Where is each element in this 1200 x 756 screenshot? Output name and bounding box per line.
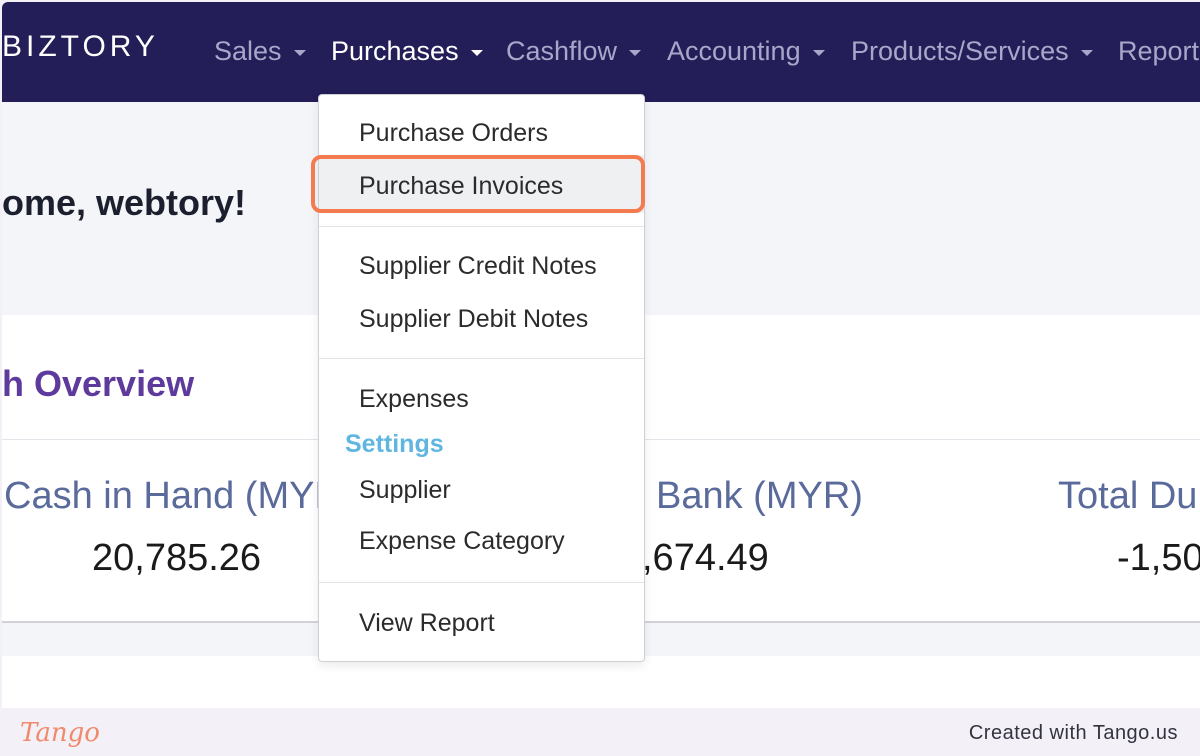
tango-logo: Tango (20, 718, 100, 748)
stat-cash-in-hand-value: 20,785.26 (92, 537, 262, 579)
brand-logo[interactable]: BIZTORY (2, 30, 159, 64)
chevron-down-icon (470, 49, 483, 56)
nav-sales-label: Sales (214, 36, 282, 66)
chevron-down-icon (293, 49, 306, 56)
menu-item-supplier-debit-notes[interactable]: Supplier Debit Notes (359, 305, 588, 334)
nav-products-services[interactable]: Products/Services (851, 36, 1093, 67)
nav-accounting-label: Accounting (667, 36, 801, 66)
menu-item-expense-category[interactable]: Expense Category (359, 527, 565, 556)
nav-products-services-label: Products/Services (851, 36, 1069, 66)
stat-bank-value: ,674.49 (642, 537, 769, 579)
chevron-down-icon (812, 49, 825, 56)
menu-item-expenses[interactable]: Expenses (359, 385, 469, 414)
welcome-heading: ome, webtory! (2, 182, 247, 223)
menu-item-view-report[interactable]: View Report (359, 609, 495, 638)
menu-section-settings: Settings (345, 430, 444, 458)
top-navbar: BIZTORY Sales Purchases Cashflow Account… (2, 2, 1200, 102)
stat-total-due-value: -1,50 (1117, 537, 1200, 579)
nav-cashflow[interactable]: Cashflow (506, 36, 642, 67)
menu-divider (319, 226, 644, 227)
lower-panel (2, 656, 1200, 708)
stat-bank-label: Bank (MYR) (656, 475, 863, 517)
menu-divider (319, 582, 644, 583)
nav-reports[interactable]: Reports (1118, 36, 1200, 67)
nav-sales[interactable]: Sales (214, 36, 306, 67)
tango-footer: Tango Created with Tango.us (0, 708, 1200, 756)
nav-reports-label: Reports (1118, 36, 1200, 66)
created-with-text: Created with Tango.us (968, 722, 1178, 744)
menu-item-supplier-credit-notes[interactable]: Supplier Credit Notes (359, 252, 597, 281)
chevron-down-icon (1080, 49, 1093, 56)
menu-item-purchase-orders[interactable]: Purchase Orders (359, 119, 548, 148)
nav-accounting[interactable]: Accounting (667, 36, 825, 67)
nav-purchases-label: Purchases (331, 36, 459, 66)
stat-total-due-label: Total Du (1058, 475, 1198, 517)
click-highlight-ring (311, 155, 645, 213)
chevron-down-icon (629, 49, 642, 56)
menu-divider (319, 358, 644, 359)
nav-purchases[interactable]: Purchases (331, 36, 483, 67)
menu-item-supplier[interactable]: Supplier (359, 476, 451, 505)
nav-cashflow-label: Cashflow (506, 36, 618, 66)
overview-title: h Overview (2, 363, 195, 404)
stat-cash-in-hand-label: Cash in Hand (MYR) (4, 475, 355, 517)
